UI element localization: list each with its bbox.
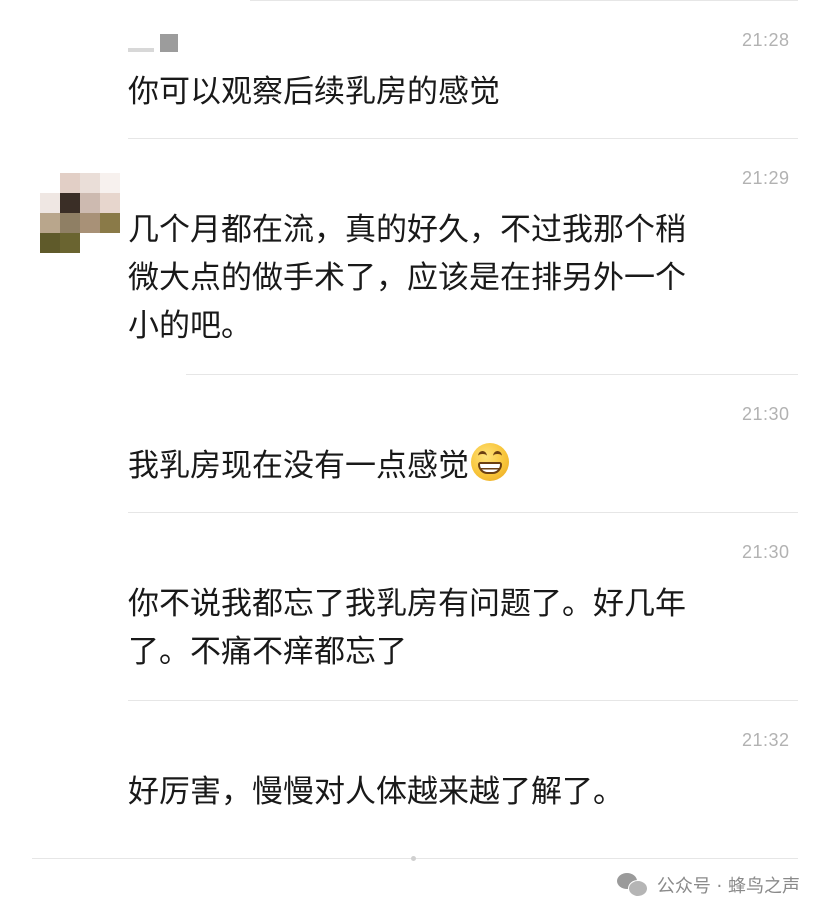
message-text[interactable]: 你可以观察后续乳房的感觉 — [128, 68, 500, 116]
message-time: 21:29 — [742, 168, 790, 188]
divider — [128, 512, 798, 513]
grinning-face-emoji — [471, 443, 509, 481]
message-time: 21:30 — [742, 404, 790, 424]
divider — [250, 0, 798, 1]
message-line: 几个月都在流，真的好久，不过我那个稍 — [128, 212, 686, 248]
message-line: 你可以观察后续乳房的感觉 — [128, 74, 500, 110]
message-line: 微大点的做手术了，应该是在排另外一个 — [128, 260, 686, 296]
message-text[interactable]: 你不说我都忘了我乳房有问题了。好几年 了。不痛不痒都忘了 — [128, 580, 686, 676]
chat-history: 21:28 你可以观察后续乳房的感觉 21:29 几个月都在流，真的好久，不过我… — [0, 0, 828, 920]
footer-label: 公众号 · 蜂鸟之声 — [656, 876, 800, 897]
message-text[interactable]: 我乳房现在没有一点感觉 — [128, 442, 509, 490]
message-line: 了。不痛不痒都忘了 — [128, 634, 407, 670]
divider — [128, 138, 798, 139]
message-text[interactable]: 好厉害，慢慢对人体越来越了解了。 — [128, 768, 624, 816]
avatar[interactable] — [40, 173, 120, 253]
message-time: 21:28 — [742, 30, 790, 50]
message-line: 你不说我都忘了我乳房有问题了。好几年 — [128, 586, 686, 622]
wechat-icon — [616, 873, 648, 897]
message-line: 我乳房现在没有一点感觉 — [128, 448, 469, 484]
message-line: 好厉害，慢慢对人体越来越了解了。 — [128, 774, 624, 810]
divider — [128, 700, 798, 701]
divider-dot — [411, 856, 416, 861]
message-line: 小的吧。 — [128, 308, 252, 344]
footer-watermark: 公众号 · 蜂鸟之声 — [616, 872, 800, 898]
message-text[interactable]: 几个月都在流，真的好久，不过我那个稍 微大点的做手术了，应该是在排另外一个 小的… — [128, 206, 686, 350]
sender-name-mosaic — [128, 32, 182, 54]
divider — [186, 374, 798, 375]
message-time: 21:32 — [742, 730, 790, 750]
message-time: 21:30 — [742, 542, 790, 562]
